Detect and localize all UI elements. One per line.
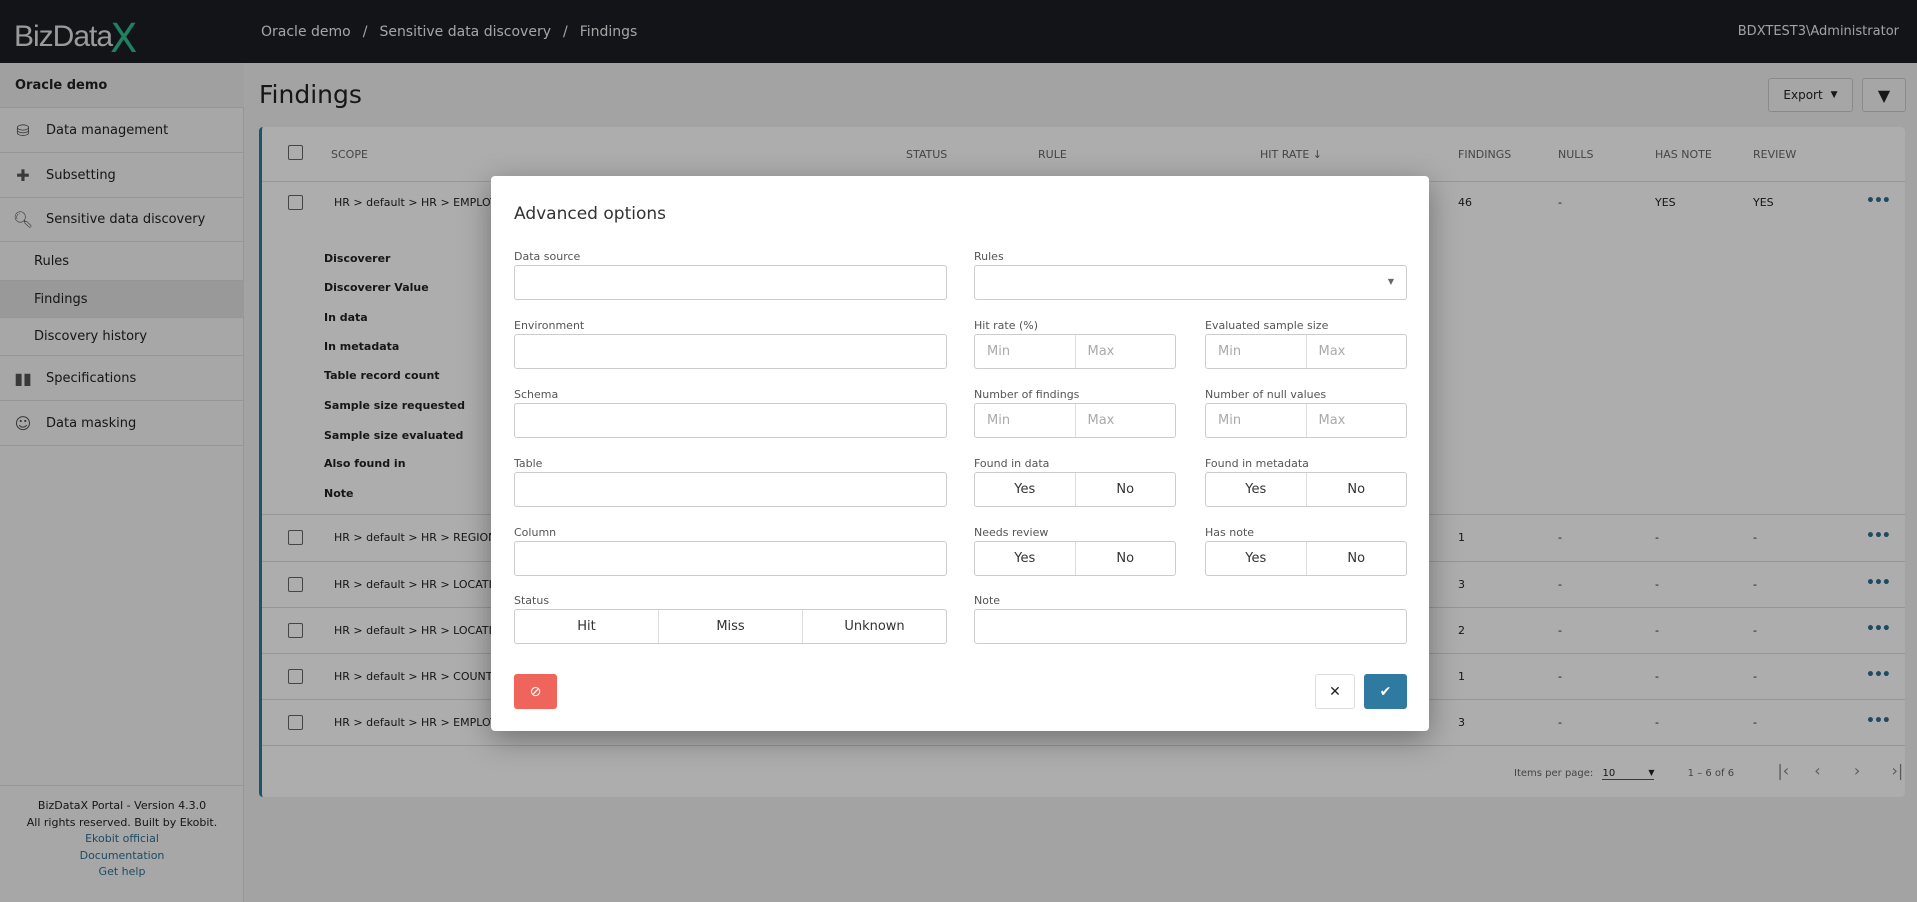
apply-button[interactable]: ✔	[1364, 674, 1407, 709]
note-input[interactable]	[974, 609, 1407, 644]
found-in-metadata-toggle: Yes No	[1205, 472, 1407, 507]
nulls-max-input[interactable]: Max	[1307, 404, 1407, 437]
needs-review-label: Needs review	[974, 526, 1049, 539]
environment-label: Environment	[514, 319, 585, 332]
advanced-options-dialog: Advanced options Data source Environment…	[491, 176, 1429, 731]
findings-range: Min Max	[974, 403, 1176, 438]
has-note-toggle: Yes No	[1205, 541, 1407, 576]
sample-size-label: Evaluated sample size	[1205, 319, 1329, 332]
status-label: Status	[514, 594, 550, 607]
no-button[interactable]: No	[1076, 473, 1176, 506]
no-button[interactable]: No	[1076, 542, 1176, 575]
status-unknown-button[interactable]: Unknown	[803, 610, 946, 643]
findings-count-label: Number of findings	[974, 388, 1080, 401]
hit-rate-min-input[interactable]: Min	[975, 335, 1076, 368]
table-input[interactable]	[514, 472, 947, 507]
has-note-label: Has note	[1205, 526, 1255, 539]
status-toggle: Hit Miss Unknown	[514, 609, 947, 644]
nulls-range: Min Max	[1205, 403, 1407, 438]
found-in-data-label: Found in data	[974, 457, 1050, 470]
yes-button[interactable]: Yes	[1206, 542, 1307, 575]
data-source-label: Data source	[514, 250, 581, 263]
clear-filters-button[interactable]: ⊘	[514, 674, 557, 709]
hit-rate-range: Min Max	[974, 334, 1176, 369]
environment-input[interactable]	[514, 334, 947, 369]
sample-size-range: Min Max	[1205, 334, 1407, 369]
nulls-min-input[interactable]: Min	[1206, 404, 1307, 437]
sample-max-input[interactable]: Max	[1307, 335, 1407, 368]
schema-input[interactable]	[514, 403, 947, 438]
dialog-title: Advanced options	[514, 204, 666, 224]
cancel-button[interactable]: ✕	[1315, 674, 1355, 709]
found-in-metadata-label: Found in metadata	[1205, 457, 1309, 470]
hit-rate-label: Hit rate (%)	[974, 319, 1039, 332]
findings-max-input[interactable]: Max	[1076, 404, 1176, 437]
yes-button[interactable]: Yes	[1206, 473, 1307, 506]
status-hit-button[interactable]: Hit	[515, 610, 659, 643]
sample-min-input[interactable]: Min	[1206, 335, 1307, 368]
found-in-data-toggle: Yes No	[974, 472, 1176, 507]
hit-rate-max-input[interactable]: Max	[1076, 335, 1176, 368]
nulls-count-label: Number of null values	[1205, 388, 1327, 401]
column-label: Column	[514, 526, 557, 539]
rules-select[interactable]: ▼	[974, 265, 1407, 300]
needs-review-toggle: Yes No	[974, 541, 1176, 576]
check-icon: ✔	[1379, 683, 1392, 700]
rules-label: Rules	[974, 250, 1004, 263]
no-button[interactable]: No	[1307, 542, 1407, 575]
table-label: Table	[514, 457, 543, 470]
yes-button[interactable]: Yes	[975, 542, 1076, 575]
column-input[interactable]	[514, 541, 947, 576]
schema-label: Schema	[514, 388, 559, 401]
note-label: Note	[974, 594, 1001, 607]
close-icon: ✕	[1329, 683, 1341, 700]
findings-min-input[interactable]: Min	[975, 404, 1076, 437]
ban-icon: ⊘	[529, 683, 542, 700]
caret-down-icon: ▼	[1387, 277, 1394, 286]
data-source-input[interactable]	[514, 265, 947, 300]
status-miss-button[interactable]: Miss	[659, 610, 803, 643]
no-button[interactable]: No	[1307, 473, 1407, 506]
yes-button[interactable]: Yes	[975, 473, 1076, 506]
